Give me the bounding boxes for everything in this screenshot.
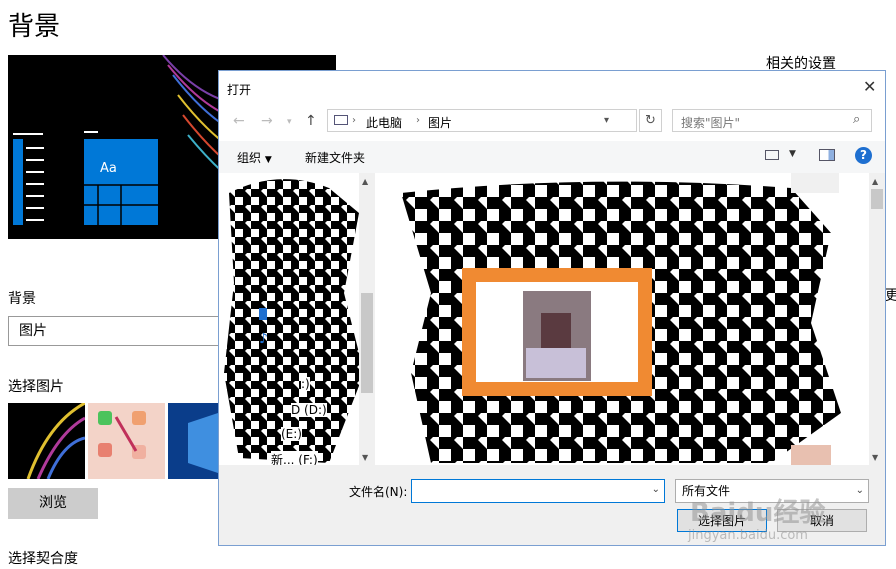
chevron-down-icon: ⌄ (855, 485, 864, 496)
forward-arrow-icon[interactable]: → (261, 113, 273, 129)
organize-label: 组织 (237, 151, 262, 165)
nav-scrollbar[interactable]: ▲ ▼ (359, 173, 375, 465)
picture-thumbnail-1[interactable] (8, 403, 85, 479)
open-file-dialog: 打开 ✕ ← → ▾ ↑ › 此电脑 › 图片 ▾ ↻ 搜索"图片" ⌕ 组织 … (218, 70, 886, 546)
chevron-right-icon: › (352, 115, 356, 126)
chevron-down-icon[interactable]: ▾ (604, 115, 609, 126)
download-icon (259, 308, 267, 320)
filename-label: 文件名(N): (349, 485, 408, 499)
file-list (391, 173, 871, 465)
nav-item-drive-d[interactable]: D (D:) (291, 403, 327, 417)
choose-picture-label: 选择图片 (8, 379, 64, 395)
music-icon: ♪ (259, 331, 268, 347)
back-arrow-icon[interactable]: ← (233, 113, 245, 129)
breadcrumb-this-pc[interactable]: 此电脑 (366, 114, 402, 131)
scroll-up-icon[interactable]: ▲ (872, 177, 878, 186)
preview-pane-icon[interactable] (819, 149, 835, 161)
organize-menu[interactable]: 组织 ▼ (237, 149, 272, 166)
picture-thumbnail-2[interactable] (88, 403, 165, 479)
picture-thumbnail-3[interactable] (168, 403, 218, 479)
search-icon[interactable]: ⌕ (853, 112, 860, 127)
search-input[interactable]: 搜索"图片" ⌕ (672, 109, 872, 132)
preview-tile-text: Aa (100, 161, 117, 176)
dialog-title: 打开 (227, 83, 252, 97)
scroll-down-icon[interactable]: ▼ (872, 453, 878, 462)
help-icon[interactable]: ? (855, 147, 872, 164)
address-bar[interactable]: › 此电脑 › 图片 ▾ (327, 109, 637, 132)
chevron-down-icon: ▼ (264, 155, 272, 165)
navigation-pane: ♪ :) D (D:) (E:) 新... (F:) (219, 173, 374, 468)
browse-button[interactable]: 浏览 (8, 488, 98, 519)
scroll-down-icon[interactable]: ▼ (362, 453, 368, 462)
thumbnail-image (188, 413, 218, 473)
pc-icon (334, 115, 348, 125)
nav-item-drive-e[interactable]: (E:) (281, 427, 302, 441)
view-icon[interactable] (765, 150, 779, 160)
houndstooth-redaction (401, 173, 841, 465)
close-icon[interactable]: ✕ (863, 77, 876, 96)
background-select[interactable]: 图片 (8, 316, 228, 346)
search-placeholder: 搜索"图片" (681, 116, 741, 130)
thumbnail-image (26, 403, 85, 479)
watermark-brand: Baidu经验 (690, 498, 826, 528)
file-scrollbar[interactable]: ▲ ▼ (869, 173, 885, 465)
background-select-value: 图片 (19, 323, 47, 339)
page-title: 背景 (8, 12, 61, 42)
edge-text: 更 (885, 288, 896, 304)
up-arrow-icon[interactable]: ↑ (305, 113, 317, 129)
new-folder-button[interactable]: 新建文件夹 (305, 149, 365, 166)
choose-fit-label: 选择契合度 (8, 551, 78, 567)
chevron-down-icon[interactable]: ▼ (789, 149, 796, 159)
breadcrumb-pictures[interactable]: 图片 (428, 114, 452, 131)
scroll-thumb[interactable] (361, 293, 373, 393)
filename-input[interactable]: ⌄ (411, 479, 665, 503)
background-label: 背景 (8, 291, 36, 307)
recent-dropdown-icon[interactable]: ▾ (287, 117, 292, 127)
houndstooth-redaction (224, 179, 364, 463)
watermark-url: jingyan.baidu.com (688, 528, 808, 543)
chevron-down-icon[interactable]: ⌄ (652, 484, 660, 495)
scroll-thumb[interactable] (871, 189, 883, 209)
thumbnail-image (98, 411, 146, 459)
nav-item-drive-c[interactable]: :) (301, 377, 310, 391)
chevron-right-icon: › (416, 115, 420, 126)
refresh-icon[interactable]: ↻ (639, 109, 662, 132)
scroll-up-icon[interactable]: ▲ (362, 177, 368, 186)
